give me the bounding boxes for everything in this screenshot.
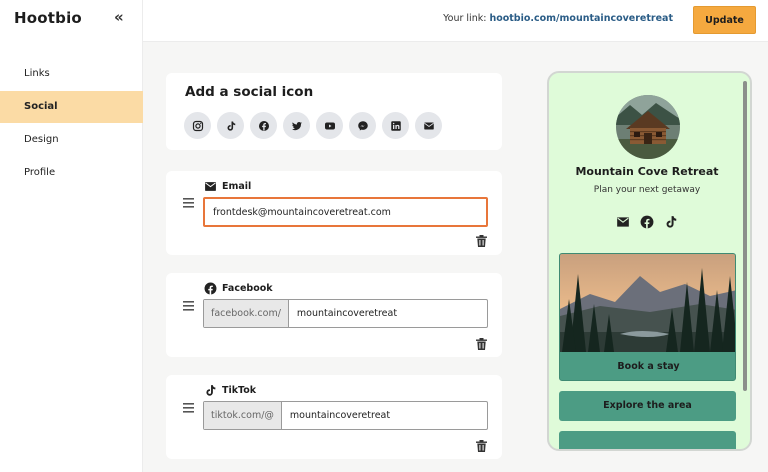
facebook-label-text: Facebook	[222, 283, 273, 294]
profile-tagline: Plan your next getaway	[593, 185, 701, 195]
tiktok-icon	[206, 385, 216, 396]
email-label-text: Email	[222, 181, 252, 192]
add-social-title: Add a social icon	[185, 84, 314, 100]
tiktok-icon[interactable]	[217, 112, 244, 139]
instagram-icon[interactable]	[184, 112, 211, 139]
facebook-icon	[204, 282, 217, 295]
social-card-facebook: Facebook facebook.com/	[166, 273, 502, 357]
email-label: Email	[204, 180, 251, 193]
your-link-label: Your link:	[443, 13, 487, 24]
add-social-card: Add a social icon	[166, 73, 502, 150]
sidebar-item-social[interactable]: Social	[0, 91, 143, 123]
tiktok-label: TikTok	[204, 384, 256, 397]
linkedin-icon[interactable]	[382, 112, 409, 139]
messenger-icon[interactable]	[349, 112, 376, 139]
sidebar: Hootbio « Links Social Design Profile	[0, 0, 143, 472]
preview-scrollbar[interactable]	[743, 81, 747, 391]
profile-name: Mountain Cove Retreat	[575, 165, 719, 178]
email-icon	[205, 182, 216, 191]
tiktok-input-group: tiktok.com/@	[203, 401, 488, 430]
delete-email-icon[interactable]	[476, 235, 487, 247]
your-link-url[interactable]: hootbio.com/mountaincoveretreat	[489, 13, 673, 24]
email-field[interactable]	[203, 197, 488, 227]
tiktok-label-text: TikTok	[222, 385, 257, 396]
drag-handle-icon[interactable]	[183, 301, 194, 311]
tiktok-icon[interactable]	[664, 215, 678, 229]
your-link: Your link: hootbio.com/mountaincoveretre…	[443, 13, 673, 24]
email-icon[interactable]	[616, 215, 630, 229]
tiktok-field[interactable]	[281, 402, 487, 429]
link-label-book-a-stay: Book a stay	[617, 361, 680, 372]
update-button[interactable]: Update	[693, 6, 756, 34]
link-card-book-a-stay[interactable]: Book a stay	[559, 253, 736, 381]
collapse-sidebar-icon[interactable]: «	[114, 8, 124, 26]
link-button-explore-the-area[interactable]: Explore the area	[559, 391, 736, 421]
sidebar-item-links[interactable]: Links	[0, 58, 143, 90]
drag-handle-icon[interactable]	[183, 198, 194, 208]
facebook-field[interactable]	[288, 300, 487, 327]
app-logo[interactable]: Hootbio	[14, 9, 82, 27]
twitter-icon[interactable]	[283, 112, 310, 139]
avatar	[616, 95, 680, 159]
delete-tiktok-icon[interactable]	[476, 440, 487, 452]
youtube-icon[interactable]	[316, 112, 343, 139]
facebook-url-prefix: facebook.com/	[204, 300, 289, 327]
facebook-input-group: facebook.com/	[203, 299, 488, 328]
phone-preview: Mountain Cove Retreat Plan your next get…	[547, 71, 752, 451]
forest-mountain-image	[560, 254, 735, 352]
sidebar-item-profile[interactable]: Profile	[0, 157, 143, 189]
facebook-icon[interactable]	[640, 215, 654, 229]
facebook-label: Facebook	[204, 282, 273, 295]
email-icon[interactable]	[415, 112, 442, 139]
sidebar-item-design[interactable]: Design	[0, 124, 143, 156]
social-icon-picker	[184, 112, 442, 139]
facebook-icon[interactable]	[250, 112, 277, 139]
delete-facebook-icon[interactable]	[476, 338, 487, 350]
tiktok-url-prefix: tiktok.com/@	[204, 402, 282, 429]
link-button-partial[interactable]	[559, 431, 736, 449]
top-bar: Your link: hootbio.com/mountaincoveretre…	[143, 0, 768, 42]
drag-handle-icon[interactable]	[183, 403, 194, 413]
social-card-tiktok: TikTok tiktok.com/@	[166, 375, 502, 459]
preview-social-icons	[549, 215, 745, 229]
social-card-email: Email	[166, 171, 502, 255]
